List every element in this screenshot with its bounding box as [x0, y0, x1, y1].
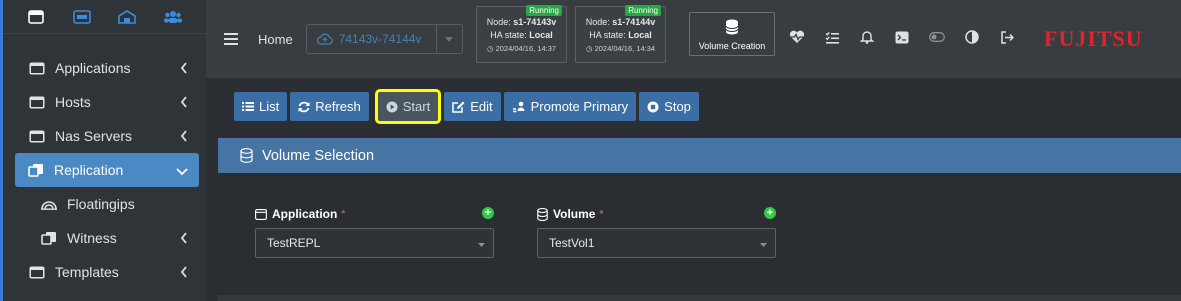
play-circle-icon [386, 101, 398, 113]
chevron-left-icon [180, 61, 188, 77]
required-marker: * [341, 208, 346, 220]
volume-selection-panel: Volume Selection Application * + TestREP… [218, 138, 1181, 301]
toggle-icon[interactable] [929, 29, 945, 45]
sidebar-item-templates[interactable]: Templates [3, 255, 206, 289]
window-icon[interactable] [25, 6, 47, 28]
database-icon [537, 207, 548, 221]
bell-icon[interactable] [859, 29, 875, 45]
volume-select-value: TestVol1 [549, 236, 595, 250]
hamburger-menu-icon[interactable] [224, 33, 238, 45]
cluster-select[interactable]: 74143v-74144v [305, 24, 463, 54]
add-volume-icon[interactable]: + [764, 207, 776, 219]
sidebar: Applications Hosts Nas Servers Replicati… [0, 0, 206, 301]
stop-button[interactable]: Stop [639, 92, 699, 121]
running-badge: Running [526, 5, 562, 16]
rainbow-icon [41, 197, 57, 211]
sidebar-item-witness[interactable]: Witness [3, 221, 206, 255]
panel-body: Application * + TestREPL Volume * + Test… [218, 173, 1181, 295]
warehouse-icon[interactable] [116, 6, 138, 28]
sidebar-item-label: Replication [54, 162, 124, 178]
database-icon [725, 19, 739, 35]
sidebar-item-label: Hosts [55, 94, 91, 110]
sidebar-item-label: Floatingips [67, 196, 135, 212]
fujitsu-logo: FUJITSU [1044, 26, 1143, 51]
node-name: s1-74143v [513, 17, 557, 27]
card-icon[interactable] [71, 6, 93, 28]
contrast-icon[interactable] [964, 29, 980, 45]
window-icon [29, 265, 45, 279]
database-icon [240, 148, 253, 163]
copy-icon [41, 231, 57, 245]
start-button[interactable]: Start [374, 89, 442, 124]
heartbeat-icon[interactable] [789, 29, 805, 45]
sidebar-top-icons [3, 0, 206, 34]
edit-icon [452, 101, 465, 113]
application-label: Application [272, 207, 338, 221]
promote-primary-button[interactable]: Promote Primary [503, 92, 637, 121]
refresh-icon [298, 101, 310, 113]
chevron-left-icon [180, 129, 188, 145]
ha-state: Local [628, 30, 652, 40]
list-icon [242, 101, 254, 112]
node-status-card-2: Running Node: s1-74144v HA state: Local … [575, 5, 666, 63]
application-select[interactable]: TestREPL [255, 228, 494, 258]
caret-down-icon [478, 236, 485, 250]
panel-header: Volume Selection [218, 138, 1181, 173]
application-field: Application * + TestREPL [255, 207, 494, 258]
users-icon[interactable] [162, 6, 184, 28]
panel-title: Volume Selection [262, 147, 375, 164]
caret-down-icon [760, 236, 767, 250]
add-application-icon[interactable]: + [482, 207, 494, 219]
window-icon [29, 129, 45, 143]
chevron-left-icon [180, 95, 188, 111]
volume-creation-label: Volume Creation [698, 41, 766, 51]
cluster-select-value: 74143v-74144v [338, 32, 422, 46]
sidebar-item-replication[interactable]: Replication [15, 153, 199, 187]
topbar: Home 74143v-74144v Running Node: s1-7414… [206, 0, 1181, 78]
refresh-button[interactable]: Refresh [290, 92, 369, 121]
logout-icon[interactable] [999, 29, 1015, 45]
window-icon [29, 61, 45, 75]
volume-label: Volume [553, 207, 596, 221]
node-name: s1-74144v [612, 17, 656, 27]
volume-field: Volume * + TestVol1 [537, 207, 776, 258]
running-badge: Running [625, 5, 661, 16]
terminal-icon[interactable] [894, 29, 910, 45]
sidebar-item-applications[interactable]: Applications [3, 51, 206, 85]
node-timestamp: 2024/04/16, 14:37 [495, 44, 557, 53]
window-icon [255, 208, 267, 220]
home-link[interactable]: Home [258, 32, 293, 47]
main-content: List Refresh Start Edit Promote Primary … [206, 78, 1181, 301]
chevron-left-icon [180, 265, 188, 281]
required-marker: * [599, 208, 604, 220]
action-toolbar: List Refresh Start Edit Promote Primary … [234, 89, 702, 124]
chevron-left-icon [180, 231, 188, 247]
sidebar-item-label: Witness [67, 230, 117, 246]
volume-select[interactable]: TestVol1 [537, 228, 776, 258]
task-list-icon[interactable] [824, 29, 840, 45]
caret-down-icon [435, 25, 462, 53]
sidebar-item-floatingips[interactable]: Floatingips [3, 187, 206, 221]
ha-state: Local [529, 30, 553, 40]
volume-creation-button[interactable]: Volume Creation [689, 12, 775, 56]
sidebar-item-label: Applications [55, 60, 131, 76]
sidebar-item-label: Nas Servers [55, 128, 133, 144]
clock-icon: ◷ [585, 44, 595, 53]
window-icon [29, 95, 45, 109]
stop-circle-icon [647, 101, 659, 113]
node-status-card-1: Running Node: s1-74143v HA state: Local … [476, 5, 567, 63]
clock-icon: ◷ [486, 44, 496, 53]
cloud-upload-icon [316, 33, 333, 45]
sidebar-item-nas-servers[interactable]: Nas Servers [3, 119, 206, 153]
chevron-down-icon [176, 163, 188, 179]
sidebar-item-hosts[interactable]: Hosts [3, 85, 206, 119]
people-arrows-icon [512, 101, 526, 113]
copy-icon [28, 163, 44, 177]
application-select-value: TestREPL [267, 236, 321, 250]
edit-button[interactable]: Edit [444, 92, 501, 121]
list-button[interactable]: List [234, 92, 288, 121]
sidebar-item-label: Templates [55, 264, 119, 280]
node-timestamp: 2024/04/16, 14:34 [594, 44, 656, 53]
